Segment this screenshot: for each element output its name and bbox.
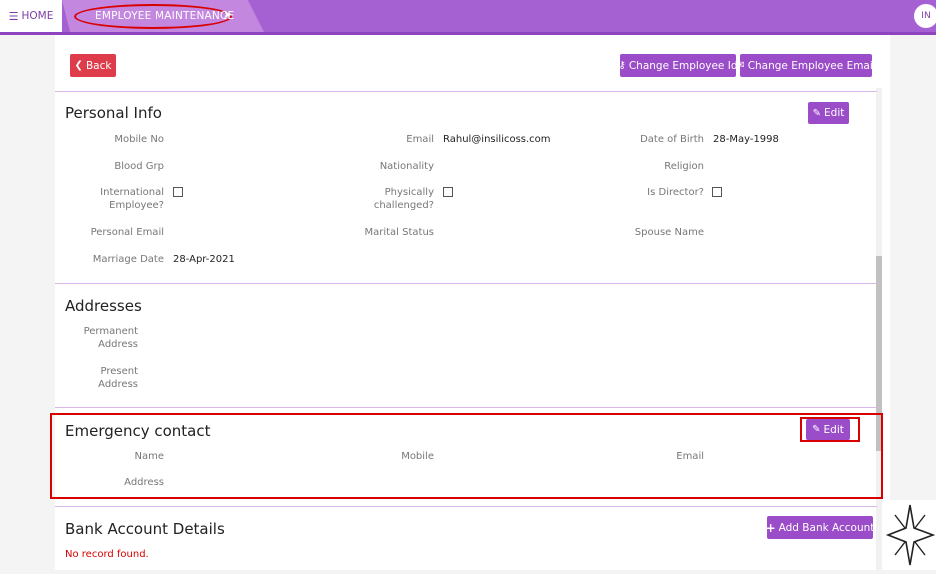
pencil-icon: ✎ <box>812 424 821 435</box>
back-button[interactable]: ❮ Back <box>70 54 116 77</box>
section-divider <box>55 283 877 284</box>
permanent-address-label-line2: Address <box>98 339 138 350</box>
home-tab[interactable]: ☰ HOME <box>0 0 62 32</box>
personal-email-label: Personal Email <box>90 227 164 238</box>
email-label: Email <box>406 134 434 145</box>
physically-challenged-label: Physically challenged? <box>334 186 434 212</box>
is-director-checkbox[interactable] <box>712 187 722 197</box>
dob-value: 28-May-1998 <box>713 134 779 145</box>
edit-label: Edit <box>824 107 845 119</box>
bank-account-title: Bank Account Details <box>65 520 225 538</box>
plus-icon: + <box>765 520 776 535</box>
mobile-no-label: Mobile No <box>114 134 164 145</box>
present-address-label-line2: Address <box>98 379 138 390</box>
change-employee-email-label: Change Employee Email <box>747 59 876 72</box>
home-tab-label: HOME <box>21 10 54 22</box>
no-record-message: No record found. <box>65 549 149 560</box>
dob-label: Date of Birth <box>640 134 704 145</box>
circle-arrow-left-icon: ❮ <box>74 60 83 71</box>
emergency-address-label: Address <box>124 477 164 488</box>
sparkle-overlay <box>885 500 936 570</box>
blood-grp-label: Blood Grp <box>114 161 164 172</box>
spouse-name-label: Spouse Name <box>634 227 704 238</box>
nationality-label: Nationality <box>379 161 434 172</box>
change-employee-id-label: Change Employee Id <box>628 59 738 72</box>
physically-challenged-checkbox[interactable] <box>443 187 453 197</box>
back-button-label: Back <box>85 59 112 72</box>
permanent-address-label: Permanent Address <box>38 325 138 351</box>
physically-challenged-label-line2: challenged? <box>373 200 434 211</box>
email-value: Rahul@insilicoss.com <box>443 134 551 145</box>
international-employee-label-line1: International <box>100 187 164 198</box>
present-address-label: Present Address <box>38 365 138 391</box>
chevron-right-icon: ➤ <box>223 8 233 21</box>
sparkle-icon <box>885 504 936 566</box>
personal-info-edit-button[interactable]: ✎ Edit <box>808 102 849 124</box>
key-icon: ⚷ <box>618 60 626 71</box>
personal-info-title: Personal Info <box>65 104 162 122</box>
add-bank-account-label: Add Bank Account <box>778 521 875 534</box>
emergency-mobile-label: Mobile <box>401 451 434 462</box>
emergency-contact-edit-button[interactable]: ✎ Edit <box>806 419 850 440</box>
pencil-icon: ✎ <box>812 107 822 119</box>
is-director-label: Is Director? <box>647 187 704 198</box>
emergency-contact-title: Emergency contact <box>65 422 211 440</box>
addresses-title: Addresses <box>65 297 142 315</box>
user-avatar[interactable]: IN <box>914 4 936 28</box>
change-employee-email-button[interactable]: ✉ Change Employee Email <box>736 54 876 77</box>
emergency-name-label: Name <box>134 451 164 462</box>
add-bank-account-button[interactable]: + Add Bank Account <box>765 516 875 539</box>
international-employee-label: International Employee? <box>64 186 164 212</box>
marriage-date-value: 28-Apr-2021 <box>173 254 235 265</box>
section-divider <box>55 91 877 92</box>
envelope-icon: ✉ <box>736 60 745 71</box>
physically-challenged-label-line1: Physically <box>384 187 434 198</box>
international-employee-label-line2: Employee? <box>109 200 164 211</box>
present-address-label-line1: Present <box>100 366 138 377</box>
breadcrumb-label: EMPLOYEE MAINTENANCE <box>95 10 235 22</box>
edit-label: Edit <box>823 423 844 436</box>
hamburger-menu-icon: ☰ <box>8 9 19 23</box>
emergency-email-label: Email <box>676 451 704 462</box>
section-divider <box>55 506 877 507</box>
page-gutter <box>0 35 55 570</box>
permanent-address-label-line1: Permanent <box>83 326 138 337</box>
marital-status-label: Marital Status <box>364 227 434 238</box>
international-employee-checkbox[interactable] <box>173 187 183 197</box>
religion-label: Religion <box>664 161 704 172</box>
section-divider <box>55 407 877 408</box>
change-employee-id-button[interactable]: ⚷ Change Employee Id <box>618 54 738 77</box>
marriage-date-label: Marriage Date <box>92 254 164 265</box>
